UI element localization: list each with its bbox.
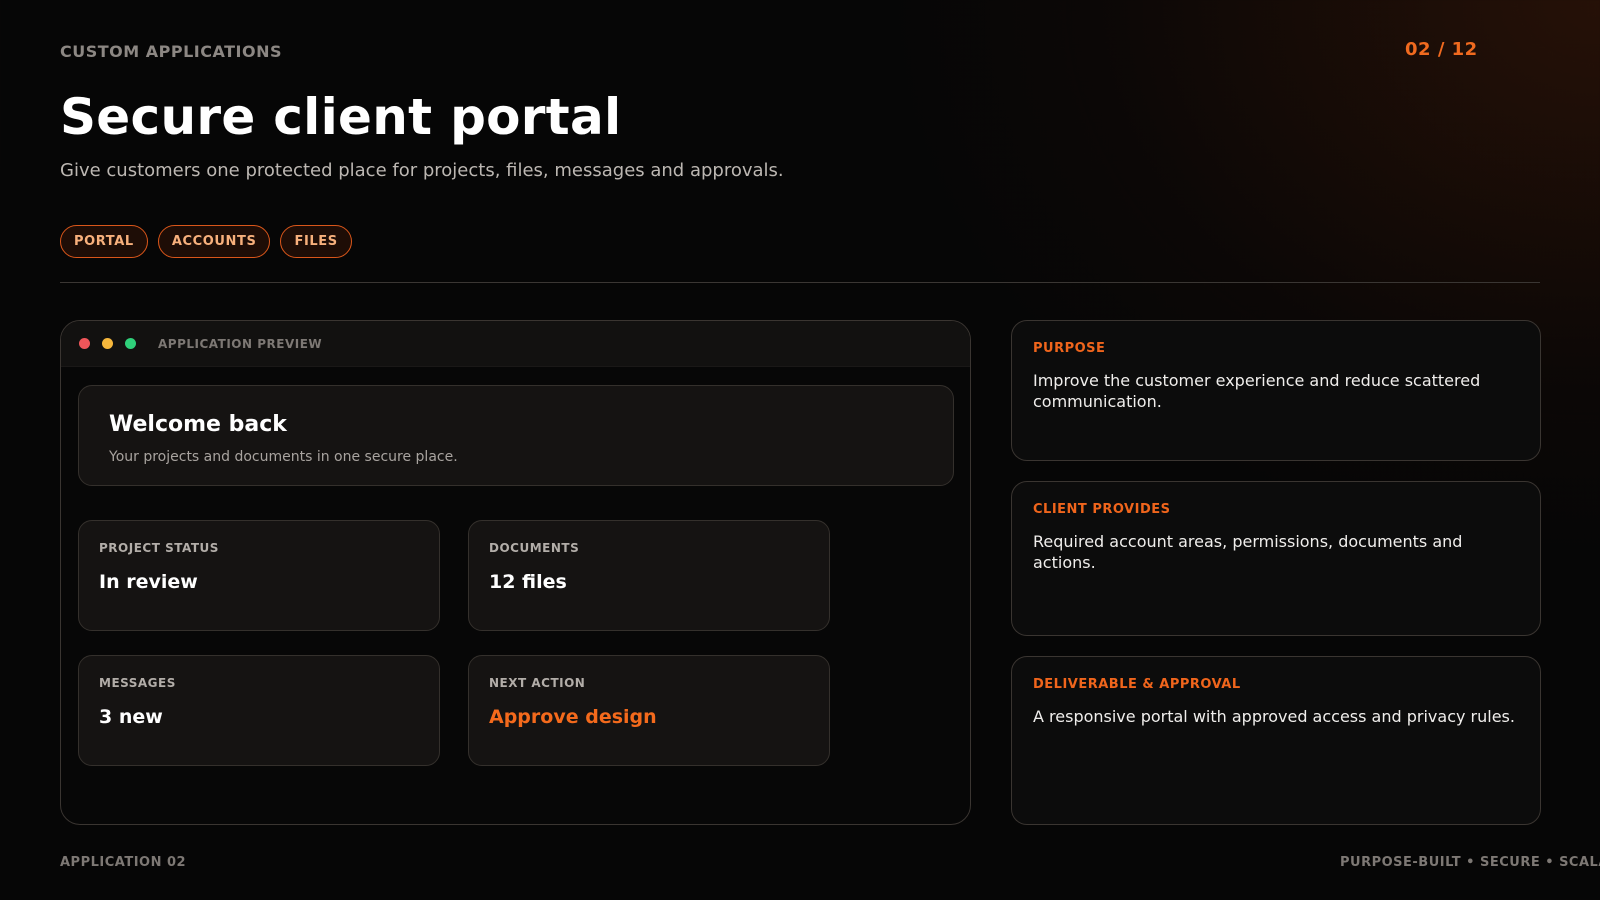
stat-card-messages: MESSAGES 3 new: [78, 655, 440, 766]
deliverable-approval-card: DELIVERABLE & APPROVAL A responsive port…: [1011, 656, 1541, 825]
tag-portal: PORTAL: [60, 225, 148, 258]
tag-files: FILES: [280, 225, 352, 258]
page-subtitle: Give customers one protected place for p…: [60, 160, 784, 181]
welcome-heading: Welcome back: [109, 412, 287, 437]
red-dot-icon: [79, 338, 90, 349]
section-eyebrow: CUSTOM APPLICATIONS: [60, 42, 283, 61]
stat-value: 12 files: [489, 571, 567, 593]
stat-value: In review: [99, 571, 198, 593]
yellow-dot-icon: [102, 338, 113, 349]
stat-value: 3 new: [99, 706, 163, 728]
footer-left: APPLICATION 02: [60, 855, 187, 870]
page-indicator: 02 / 12: [1405, 39, 1478, 60]
tag-accounts: ACCOUNTS: [157, 225, 271, 258]
stat-label: PROJECT STATUS: [99, 541, 219, 555]
card-text: Improve the customer experience and redu…: [1033, 371, 1481, 411]
application-preview-window: APPLICATION PREVIEW Welcome back Your pr…: [60, 320, 971, 825]
stat-card-documents: DOCUMENTS 12 files: [468, 520, 830, 631]
card-label: CLIENT PROVIDES: [1033, 502, 1171, 517]
client-provides-card: CLIENT PROVIDES Required account areas, …: [1011, 481, 1541, 636]
preview-title-bar: APPLICATION PREVIEW: [61, 321, 970, 367]
welcome-panel: Welcome back Your projects and documents…: [78, 385, 954, 486]
stat-value: Approve design: [489, 706, 657, 728]
footer-right: PURPOSE-BUILT • SECURE • SCALABLE: [1340, 855, 1600, 870]
card-label: PURPOSE: [1033, 341, 1106, 356]
stat-label: MESSAGES: [99, 676, 176, 690]
stat-card-project-status: PROJECT STATUS In review: [78, 520, 440, 631]
card-label: DELIVERABLE & APPROVAL: [1033, 677, 1241, 692]
header-divider: [60, 282, 1540, 283]
card-text: A responsive portal with approved access…: [1033, 707, 1515, 726]
stat-label: DOCUMENTS: [489, 541, 580, 555]
preview-label: APPLICATION PREVIEW: [158, 336, 323, 351]
card-text: Required account areas, permissions, doc…: [1033, 532, 1463, 572]
page-title: Secure client portal: [60, 88, 622, 146]
welcome-text: Your projects and documents in one secur…: [109, 449, 458, 465]
stat-label: NEXT ACTION: [489, 676, 586, 690]
tag-list: PORTAL ACCOUNTS FILES: [60, 225, 352, 258]
stat-card-next-action: NEXT ACTION Approve design: [468, 655, 830, 766]
purpose-card: PURPOSE Improve the customer experience …: [1011, 320, 1541, 461]
green-dot-icon: [125, 338, 136, 349]
